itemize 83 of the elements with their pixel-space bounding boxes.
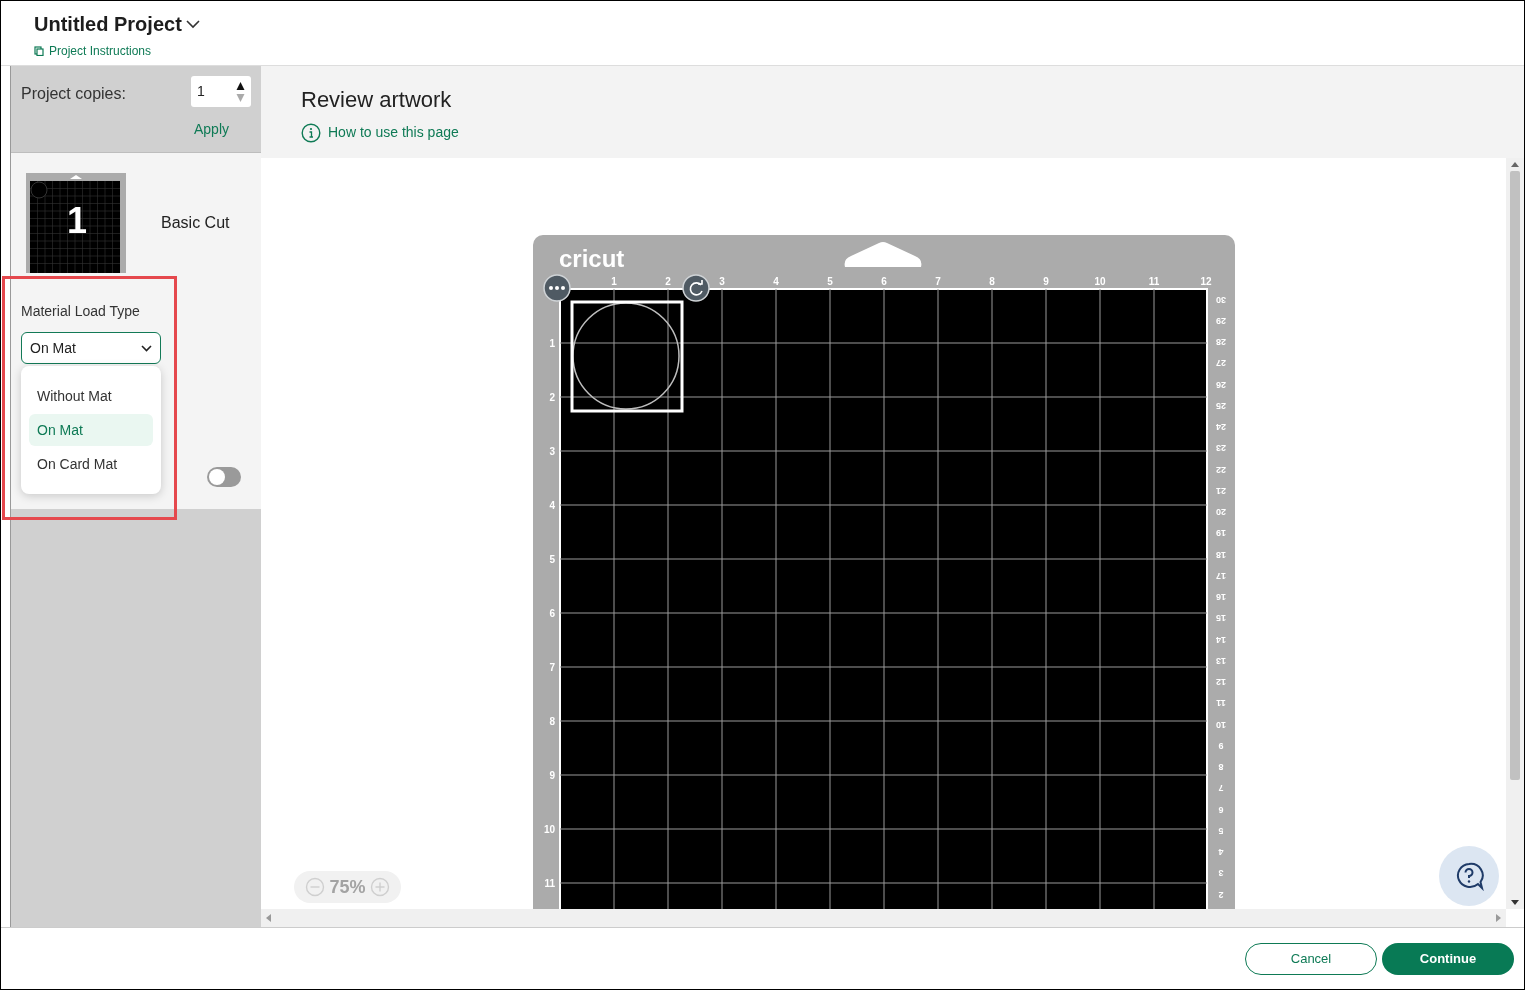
scroll-up-icon[interactable] [1511,162,1519,167]
ruler-label: 22 [1215,464,1226,475]
stepper-icon[interactable] [236,80,245,103]
ruler-label: 4 [772,276,779,287]
apply-button[interactable]: Apply [193,119,229,140]
ruler-label: 2 [548,392,555,403]
zoom-level: 75% [329,875,366,899]
ruler-label: 1 [610,276,617,287]
ruler-label: 11 [1215,698,1226,709]
ruler-label: 5 [826,276,833,287]
ruler-label: 21 [1215,485,1226,496]
ruler-label: 5 [1218,825,1223,836]
ruler-label: 11 [1148,276,1159,287]
ruler-label: 25 [1215,400,1226,411]
ruler-label: 9 [1218,740,1223,751]
ruler-label: 5 [548,554,555,565]
rotate-icon[interactable] [681,274,710,302]
load-type-select[interactable]: On Mat [21,332,161,364]
mat-number: 1 [67,203,88,239]
ruler-label: 12 [1199,276,1212,287]
ruler-label: 9 [1042,276,1049,287]
ruler-label: 30 [1215,294,1226,305]
ruler-label: 7 [934,276,941,287]
more-options-icon[interactable] [542,274,571,302]
ruler-label: 18 [1215,549,1226,560]
mat-handle-icon [844,242,921,267]
chevron-down-icon [141,344,152,352]
cancel-button[interactable]: Cancel [1245,942,1377,975]
ruler-label: 8 [548,716,555,727]
ruler-label: 9 [548,770,555,781]
ruler-label: 8 [988,276,995,287]
load-type-label: Material Load Type [21,302,140,321]
ruler-label: 2 [1218,889,1223,900]
chevron-down-icon [185,19,200,29]
vertical-scrollbar[interactable] [1506,158,1524,909]
ruler-label: 7 [548,662,555,673]
ruler-label: 7 [1218,783,1223,794]
project-instructions-link[interactable]: Project Instructions [34,42,1491,60]
ruler-label: 20 [1215,507,1226,518]
ruler-label: 17 [1215,570,1226,581]
ruler-label: 19 [1215,528,1226,539]
review-title: Review artwork [301,86,452,114]
mat-brand-logo: cricut [558,245,624,272]
ruler-label: 6 [880,276,887,287]
ruler-label: 3 [718,276,725,287]
ruler-label: 2 [664,276,671,287]
ruler-label: 23 [1215,443,1226,454]
ruler-label: 13 [1215,655,1226,666]
ruler-label: 4 [548,500,555,511]
ruler-label: 3 [1218,868,1223,879]
ruler-label: 11 [543,878,555,889]
help-button[interactable] [1439,846,1499,906]
help-chat-icon [1454,861,1484,891]
ruler-label: 15 [1215,613,1226,624]
menu-option[interactable]: On Mat [29,414,153,446]
ruler-label: 14 [1215,634,1226,645]
ruler-label: 10 [1093,276,1106,287]
help-page-link[interactable]: How to use this page [301,122,459,143]
project-title[interactable]: Untitled Project [34,9,200,39]
toggle-switch[interactable] [207,467,241,487]
copies-input[interactable]: 1 [191,76,251,107]
ruler-label: 28 [1215,337,1226,348]
ruler-label: 12 [1215,677,1226,688]
ruler-label: 24 [1215,422,1226,433]
ruler-label: 29 [1215,315,1226,326]
ruler-label: 6 [1218,804,1223,815]
ruler-label: 10 [1215,719,1226,730]
copies-label: Project copies: [21,84,126,104]
ruler-label: 4 [1218,847,1223,858]
scroll-down-icon[interactable] [1511,900,1519,905]
cut-type-label: Basic Cut [161,213,230,233]
ruler-label: 16 [1215,592,1226,603]
ruler-label: 6 [548,608,555,619]
continue-button[interactable]: Continue [1382,942,1514,975]
ruler-label: 8 [1218,762,1223,773]
document-icon [34,46,44,56]
mat-thumbnail[interactable] [26,173,126,273]
ruler-label: 26 [1215,379,1226,390]
ruler-label: 10 [543,824,555,835]
ruler-label: 1 [548,338,555,349]
ruler-label: 3 [548,446,555,457]
ruler-label: 27 [1215,358,1226,369]
info-icon [301,122,321,143]
